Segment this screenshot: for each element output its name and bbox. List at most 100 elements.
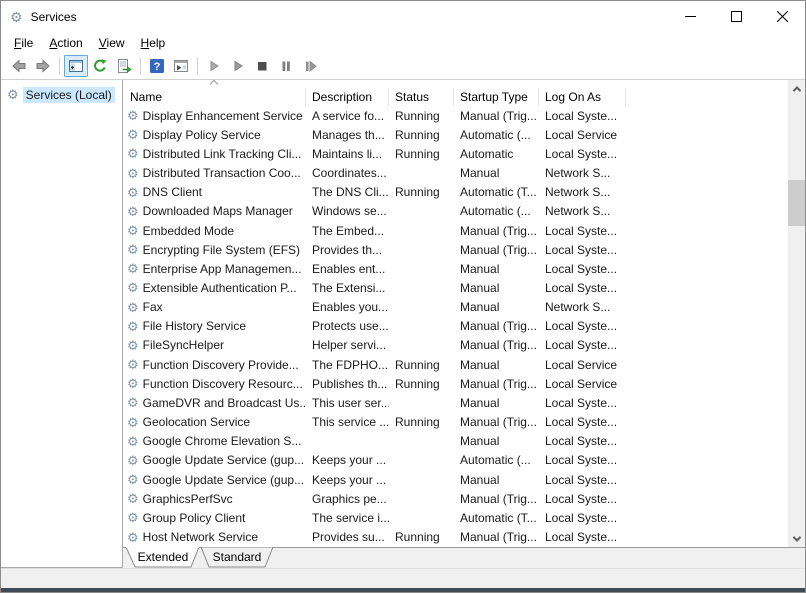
cell-log_on_as: Local Syste...: [539, 530, 626, 544]
table-row[interactable]: ⚙Encrypting File System (EFS)Provides th…: [123, 240, 805, 259]
table-row[interactable]: ⚙FileSyncHelperHelper servi...Manual (Tr…: [123, 336, 805, 355]
scrollbar-thumb[interactable]: [788, 180, 805, 226]
vertical-scrollbar[interactable]: [788, 80, 805, 547]
maximize-button[interactable]: [713, 1, 759, 32]
cell-name: ⚙Downloaded Maps Manager: [123, 204, 306, 218]
column-header-startup-type[interactable]: Startup Type: [454, 88, 539, 106]
cell-startup_type: Automatic (T...: [454, 511, 539, 525]
resume-service-button[interactable]: [226, 55, 250, 77]
menu-help[interactable]: Help: [133, 34, 174, 52]
minimize-button[interactable]: [667, 1, 713, 32]
column-header-description[interactable]: Description: [306, 88, 389, 106]
pause-service-button[interactable]: [274, 55, 298, 77]
cell-description: The Extensi...: [306, 281, 389, 295]
cell-log_on_as: Local Syste...: [539, 434, 626, 448]
table-row[interactable]: ⚙Enterprise App Managemen...Enables ent.…: [123, 259, 805, 278]
properties-window-icon: [173, 58, 189, 74]
tab-extended-label[interactable]: Extended: [138, 550, 189, 564]
cell-name: ⚙Geolocation Service: [123, 415, 306, 429]
cell-name: ⚙Fax: [123, 300, 306, 314]
cell-name: ⚙Google Update Service (gup...: [123, 473, 306, 487]
column-header-name[interactable]: Name: [123, 88, 306, 106]
cell-description: Protects use...: [306, 319, 389, 333]
stop-icon: [254, 58, 270, 74]
cell-name: ⚙Google Update Service (gup...: [123, 453, 306, 467]
cell-name: ⚙Host Network Service: [123, 530, 306, 544]
cell-name: ⚙Distributed Transaction Coo...: [123, 166, 306, 180]
table-row[interactable]: ⚙Google Chrome Elevation S...ManualLocal…: [123, 432, 805, 451]
titlebar: ⚙ Services: [1, 1, 805, 32]
cell-log_on_as: Local Syste...: [539, 511, 626, 525]
table-row[interactable]: ⚙FaxEnables you...ManualNetwork S...: [123, 298, 805, 317]
service-gear-icon: ⚙: [127, 320, 139, 333]
service-rows: ⚙Display Enhancement ServiceA service fo…: [123, 106, 805, 547]
cell-startup_type: Manual: [454, 281, 539, 295]
table-row[interactable]: ⚙GameDVR and Broadcast Us...This user se…: [123, 393, 805, 412]
forward-button[interactable]: [31, 55, 55, 77]
table-row[interactable]: ⚙Group Policy ClientThe service i...Auto…: [123, 508, 805, 527]
service-gear-icon: ⚙: [127, 167, 139, 180]
service-gear-icon: ⚙: [127, 416, 139, 429]
service-gear-icon: ⚙: [127, 147, 139, 160]
services-gear-icon: ⚙: [10, 10, 23, 24]
column-header-status[interactable]: Status: [389, 88, 454, 106]
cell-description: Graphics pe...: [306, 492, 389, 506]
cell-startup_type: Manual: [454, 166, 539, 180]
refresh-button[interactable]: [88, 55, 112, 77]
stop-service-button[interactable]: [250, 55, 274, 77]
export-list-button[interactable]: [112, 55, 136, 77]
services-window: ⚙ Services File Action View Help: [0, 0, 806, 593]
table-row[interactable]: ⚙Google Update Service (gup...Keeps your…: [123, 451, 805, 470]
menu-action[interactable]: Action: [41, 34, 90, 52]
table-row[interactable]: ⚙Embedded ModeThe Embed...Manual (Trig..…: [123, 221, 805, 240]
table-row[interactable]: ⚙Function Discovery Provide...The FDPHO.…: [123, 355, 805, 374]
table-row[interactable]: ⚙Geolocation ServiceThis service ...Runn…: [123, 413, 805, 432]
cell-startup_type: Manual (Trig...: [454, 109, 539, 123]
table-row[interactable]: ⚙Distributed Transaction Coo...Coordinat…: [123, 163, 805, 182]
table-row[interactable]: ⚙Distributed Link Tracking Cli...Maintai…: [123, 144, 805, 163]
show-console-tree-button[interactable]: [64, 55, 88, 77]
column-header-log-on-as[interactable]: Log On As: [539, 88, 626, 106]
cell-startup_type: Manual (Trig...: [454, 530, 539, 544]
maximize-icon: [731, 11, 742, 22]
back-button[interactable]: [7, 55, 31, 77]
table-row[interactable]: ⚙File History ServiceProtects use...Manu…: [123, 317, 805, 336]
table-row[interactable]: ⚙Google Update Service (gup...Keeps your…: [123, 470, 805, 489]
table-row[interactable]: ⚙Display Policy ServiceManages th...Runn…: [123, 125, 805, 144]
table-row[interactable]: ⚙DNS ClientThe DNS Cli...RunningAutomati…: [123, 183, 805, 202]
restart-service-button[interactable]: [298, 55, 322, 77]
cell-description: Keeps your ...: [306, 453, 389, 467]
cell-startup_type: Automatic (...: [454, 128, 539, 142]
scroll-down-button[interactable]: [788, 530, 805, 547]
scroll-up-button[interactable]: [788, 80, 805, 97]
cell-status: Running: [389, 358, 454, 372]
cell-name: ⚙Embedded Mode: [123, 224, 306, 238]
help-button[interactable]: ?: [145, 55, 169, 77]
cell-description: Enables you...: [306, 300, 389, 314]
menu-view[interactable]: View: [91, 34, 133, 52]
cell-startup_type: Manual: [454, 300, 539, 314]
table-row[interactable]: ⚙Display Enhancement ServiceA service fo…: [123, 106, 805, 125]
table-row[interactable]: ⚙Host Network ServiceProvides su...Runni…: [123, 527, 805, 546]
table-row[interactable]: ⚙Downloaded Maps ManagerWindows se...Aut…: [123, 202, 805, 221]
tree-item-services-local[interactable]: ⚙ Services (Local): [1, 85, 122, 104]
chevron-down-icon: [792, 533, 800, 541]
tab-standard-label[interactable]: Standard: [213, 550, 262, 564]
cell-name: ⚙FileSyncHelper: [123, 338, 306, 352]
table-row[interactable]: ⚙GraphicsPerfSvcGraphics pe...Manual (Tr…: [123, 489, 805, 508]
restart-icon: [302, 58, 318, 74]
cell-status: Running: [389, 185, 454, 199]
menu-file[interactable]: File: [6, 34, 41, 52]
window-bottom-border: [1, 588, 805, 593]
table-row[interactable]: ⚙Function Discovery Resourc...Publishes …: [123, 374, 805, 393]
service-gear-icon: ⚙: [127, 128, 139, 141]
cell-description: Provides su...: [306, 530, 389, 544]
show-properties-button[interactable]: [169, 55, 193, 77]
table-row[interactable]: ⚙Extensible Authentication P...The Exten…: [123, 278, 805, 297]
service-gear-icon: ⚙: [127, 531, 139, 544]
close-button[interactable]: [759, 1, 805, 32]
console-tree-panel: ⚙ Services (Local): [1, 80, 123, 568]
start-service-button[interactable]: [202, 55, 226, 77]
cell-name: ⚙Function Discovery Provide...: [123, 358, 306, 372]
cell-log_on_as: Local Syste...: [539, 338, 626, 352]
